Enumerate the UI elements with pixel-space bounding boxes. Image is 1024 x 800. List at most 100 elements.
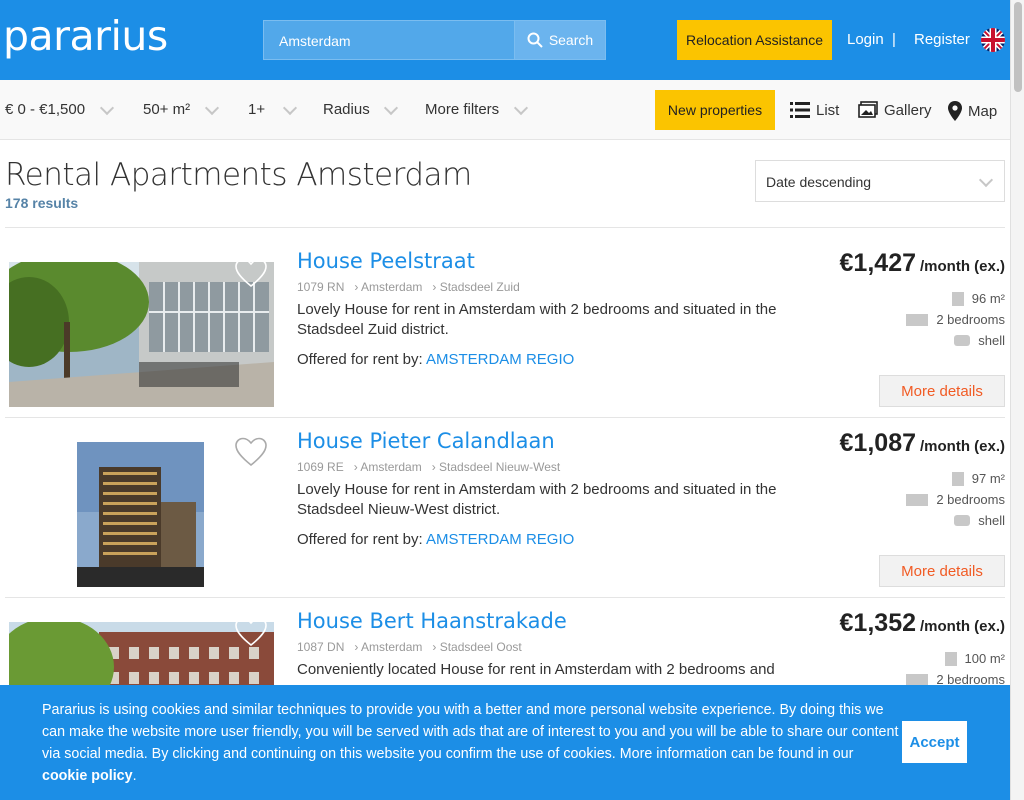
- listing-price: €1,352/month (ex.): [840, 609, 1005, 638]
- sofa-icon: [954, 335, 971, 346]
- price-suffix: /month (ex.): [920, 258, 1005, 275]
- uk-flag-icon[interactable]: [981, 28, 1005, 52]
- map-pin-icon: [948, 101, 962, 121]
- listing-district: › Stadsdeel Zuid: [432, 280, 520, 294]
- listing-furnishing-value: shell: [978, 513, 1005, 528]
- scrollbar-thumb[interactable]: [1014, 2, 1022, 92]
- listing-title[interactable]: House Bert Haanstrakade: [297, 609, 567, 633]
- view-map-label: Map: [968, 102, 998, 120]
- listing-price: €1,427/month (ex.): [840, 249, 1005, 278]
- listing-size: 96 m²: [951, 291, 1005, 306]
- size-filter-label: 50+ m²: [143, 101, 191, 118]
- new-properties-button[interactable]: New properties: [655, 90, 775, 130]
- favorite-heart-icon[interactable]: [235, 617, 267, 647]
- price-amount: €1,427: [839, 249, 916, 277]
- divider: [5, 227, 1005, 228]
- more-details-button[interactable]: More details: [879, 375, 1005, 407]
- cookie-banner: Pararius is using cookies and similar te…: [0, 685, 1010, 800]
- search-button-label: Search: [548, 32, 594, 48]
- listing-description: Lovely House for rent in Amsterdam with …: [297, 481, 777, 518]
- listing-offered-by: Offered for rent by: AMSTERDAM REGIO: [297, 531, 574, 548]
- listing-title[interactable]: House Pieter Calandlaan: [297, 429, 555, 453]
- more-details-button[interactable]: More details: [879, 555, 1005, 587]
- radius-filter[interactable]: Radius: [323, 100, 399, 118]
- listing-district: › Stadsdeel Nieuw-West: [431, 460, 561, 474]
- view-gallery-label: Gallery: [884, 101, 932, 119]
- listing-size: 97 m²: [951, 471, 1005, 486]
- listing-location: 1079 RN › Amsterdam › Stadsdeel Zuid: [297, 280, 520, 294]
- list-icon: [790, 102, 810, 118]
- favorite-heart-icon[interactable]: [235, 258, 267, 288]
- favorite-heart-icon[interactable]: [235, 437, 267, 467]
- listing-postcode: 1069 RE: [297, 460, 344, 474]
- listing-bedrooms: 2 bedrooms: [906, 492, 1005, 507]
- bed-icon: [906, 493, 929, 506]
- surface-icon: [951, 291, 964, 306]
- cookie-message: Pararius is using cookies and similar te…: [42, 702, 899, 784]
- agent-link[interactable]: AMSTERDAM REGIO: [426, 351, 574, 368]
- search-button[interactable]: Search: [514, 20, 606, 60]
- nav-separator: |: [892, 31, 896, 48]
- listing-furnishing-value: shell: [978, 333, 1005, 348]
- listing-card: House Pieter Calandlaan 1069 RE › Amster…: [5, 417, 1005, 597]
- search-input[interactable]: Amsterdam: [263, 20, 514, 60]
- view-gallery-button[interactable]: Gallery: [858, 101, 932, 119]
- listing-city: › Amsterdam: [353, 460, 422, 474]
- chevron-down-icon: [978, 172, 994, 188]
- login-link[interactable]: Login: [847, 31, 884, 48]
- view-list-button[interactable]: List: [790, 101, 839, 119]
- more-filters-label: More filters: [425, 101, 500, 118]
- accept-cookies-button[interactable]: Accept: [902, 721, 967, 763]
- price-suffix: /month (ex.): [920, 618, 1005, 635]
- results-count: 178 results: [5, 195, 79, 211]
- listing-city: › Amsterdam: [354, 640, 423, 654]
- sort-select[interactable]: Date descending: [755, 160, 1005, 202]
- listing-card: House Peelstraat 1079 RN › Amsterdam › S…: [5, 237, 1005, 417]
- surface-icon: [944, 651, 957, 666]
- rooms-filter-label: 1+: [248, 101, 266, 118]
- listing-location: 1087 DN › Amsterdam › Stadsdeel Oost: [297, 640, 522, 654]
- sofa-icon: [954, 515, 971, 526]
- site-logo[interactable]: pararius: [3, 12, 168, 60]
- listing-bedrooms-value: 2 bedrooms: [936, 312, 1005, 327]
- cookie-text: Pararius is using cookies and similar te…: [42, 702, 899, 762]
- price-filter[interactable]: € 0 - €1,500: [5, 100, 115, 118]
- gallery-icon: [858, 101, 878, 118]
- view-map-button[interactable]: Map: [948, 101, 997, 121]
- price-amount: €1,087: [839, 429, 916, 457]
- listing-photo[interactable]: [77, 442, 204, 587]
- listing-postcode: 1079 RN: [297, 280, 345, 294]
- rooms-filter[interactable]: 1+: [248, 100, 298, 118]
- site-header: pararius Amsterdam Search Relocation Ass…: [0, 0, 1010, 80]
- listing-description: Lovely House for rent in Amsterdam with …: [297, 301, 777, 338]
- surface-icon: [951, 471, 964, 486]
- listing-title[interactable]: House Peelstraat: [297, 249, 475, 273]
- bed-icon: [906, 673, 929, 686]
- size-filter[interactable]: 50+ m²: [143, 100, 220, 118]
- register-link[interactable]: Register: [914, 31, 970, 48]
- listing-city: › Amsterdam: [354, 280, 423, 294]
- price-filter-label: € 0 - €1,500: [5, 101, 86, 118]
- offered-by-label: Offered for rent by:: [297, 351, 423, 368]
- page-scrollbar[interactable]: [1010, 0, 1024, 800]
- more-filters[interactable]: More filters: [425, 100, 529, 118]
- search-icon: [527, 32, 543, 48]
- listing-size-value: 100 m²: [964, 651, 1005, 666]
- listing-furnishing: shell: [954, 513, 1005, 528]
- agent-link[interactable]: AMSTERDAM REGIO: [426, 531, 574, 548]
- offered-by-label: Offered for rent by:: [297, 531, 423, 548]
- listing-postcode: 1087 DN: [297, 640, 345, 654]
- sort-select-value: Date descending: [766, 174, 872, 190]
- listing-offered-by: Offered for rent by: AMSTERDAM REGIO: [297, 351, 574, 368]
- cookie-policy-link[interactable]: cookie policy: [42, 768, 133, 784]
- listing-description: Conveniently located House for rent in A…: [297, 661, 775, 678]
- listing-district: › Stadsdeel Oost: [432, 640, 522, 654]
- listing-size: 100 m²: [944, 651, 1005, 666]
- relocation-assistance-button[interactable]: Relocation Assistance: [677, 20, 832, 60]
- listing-size-value: 97 m²: [971, 471, 1005, 486]
- bed-icon: [906, 313, 929, 326]
- price-amount: €1,352: [839, 609, 916, 637]
- listing-price: €1,087/month (ex.): [840, 429, 1005, 458]
- listing-location: 1069 RE › Amsterdam › Stadsdeel Nieuw-We…: [297, 460, 560, 474]
- listing-bedrooms-value: 2 bedrooms: [936, 492, 1005, 507]
